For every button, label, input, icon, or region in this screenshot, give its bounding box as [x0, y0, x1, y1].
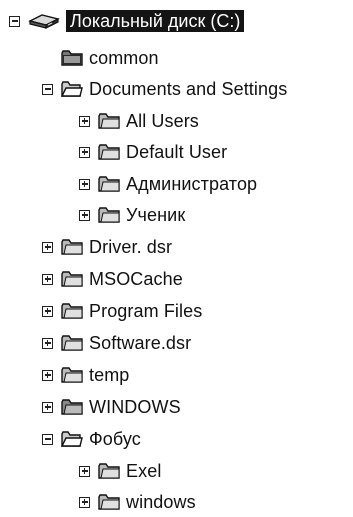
expand-toggle[interactable]: [79, 146, 90, 158]
expand-toggle[interactable]: [42, 305, 53, 317]
tree-item-software-dsr[interactable]: Software.dsr: [42, 328, 191, 358]
tree-item-label: Program Files: [89, 301, 203, 321]
collapse-toggle[interactable]: [42, 83, 53, 95]
tree-item-label: Локальный диск (C:): [66, 10, 245, 32]
expand-toggle[interactable]: [42, 337, 53, 349]
tree-item-label: Default User: [126, 142, 228, 162]
tree-item-administrator[interactable]: Администратор: [79, 169, 257, 199]
toggle-spacer: [42, 53, 53, 64]
tree-item-label: temp: [89, 365, 130, 385]
tree-item-label: Exel: [126, 461, 162, 481]
expand-toggle[interactable]: [79, 178, 90, 190]
tree-item-label: Software.dsr: [89, 333, 192, 353]
tree-item-label: Ученик: [126, 205, 186, 225]
tree-item-label: Documents and Settings: [89, 79, 288, 99]
folder-icon: [98, 143, 120, 161]
collapse-toggle[interactable]: [42, 433, 53, 445]
tree-item-fobus[interactable]: Фобус: [42, 424, 141, 454]
expand-toggle[interactable]: [79, 209, 90, 221]
folder-icon: [61, 270, 83, 288]
tree-item-label: WINDOWS: [89, 397, 181, 417]
tree-item-student[interactable]: Ученик: [79, 200, 185, 230]
folder-icon: [61, 334, 83, 352]
tree-item-default-user[interactable]: Default User: [79, 137, 227, 167]
tree-item-label: Администратор: [126, 174, 258, 194]
folder-icon: [98, 462, 120, 480]
tree-item-documents-and-settings[interactable]: Documents and Settings: [42, 74, 287, 104]
folder-icon: [61, 398, 83, 416]
folder-icon: [61, 49, 83, 67]
tree-item-windows-sub[interactable]: windows: [79, 487, 196, 517]
tree-item-label: windows: [126, 492, 196, 512]
tree-item-local-disk-c[interactable]: Локальный диск (C:): [9, 6, 245, 36]
drive-icon: [28, 12, 60, 30]
expand-toggle[interactable]: [42, 273, 53, 285]
tree-item-label: MSOCache: [89, 269, 183, 289]
folder-icon: [98, 206, 120, 224]
folder-icon: [61, 238, 83, 256]
expand-toggle[interactable]: [79, 496, 90, 508]
folder-icon: [61, 366, 83, 384]
tree-item-common[interactable]: common: [42, 43, 159, 73]
folder-icon: [98, 112, 120, 130]
tree-item-label: common: [89, 48, 159, 68]
tree-item-windows-system[interactable]: WINDOWS: [42, 392, 181, 422]
folder-tree: Локальный диск (C:) common Documents and…: [0, 0, 353, 515]
expand-toggle[interactable]: [79, 115, 90, 127]
collapse-toggle[interactable]: [9, 15, 20, 27]
tree-item-all-users[interactable]: All Users: [79, 106, 199, 136]
tree-item-label: All Users: [126, 111, 199, 131]
folder-icon: [98, 175, 120, 193]
expand-toggle[interactable]: [42, 369, 53, 381]
tree-item-msocache[interactable]: MSOCache: [42, 264, 183, 294]
tree-item-label: Driver. dsr: [89, 237, 173, 257]
tree-item-driver-dsr[interactable]: Driver. dsr: [42, 232, 172, 262]
folder-icon: [98, 493, 120, 511]
open-folder-icon: [61, 430, 83, 448]
open-folder-icon: [61, 80, 83, 98]
folder-icon: [61, 302, 83, 320]
tree-item-program-files[interactable]: Program Files: [42, 296, 202, 326]
tree-item-label: Фобус: [89, 429, 141, 449]
expand-toggle[interactable]: [42, 241, 53, 253]
expand-toggle[interactable]: [79, 465, 90, 477]
tree-item-temp[interactable]: temp: [42, 360, 129, 390]
tree-item-exel[interactable]: Exel: [79, 456, 161, 486]
expand-toggle[interactable]: [42, 401, 53, 413]
